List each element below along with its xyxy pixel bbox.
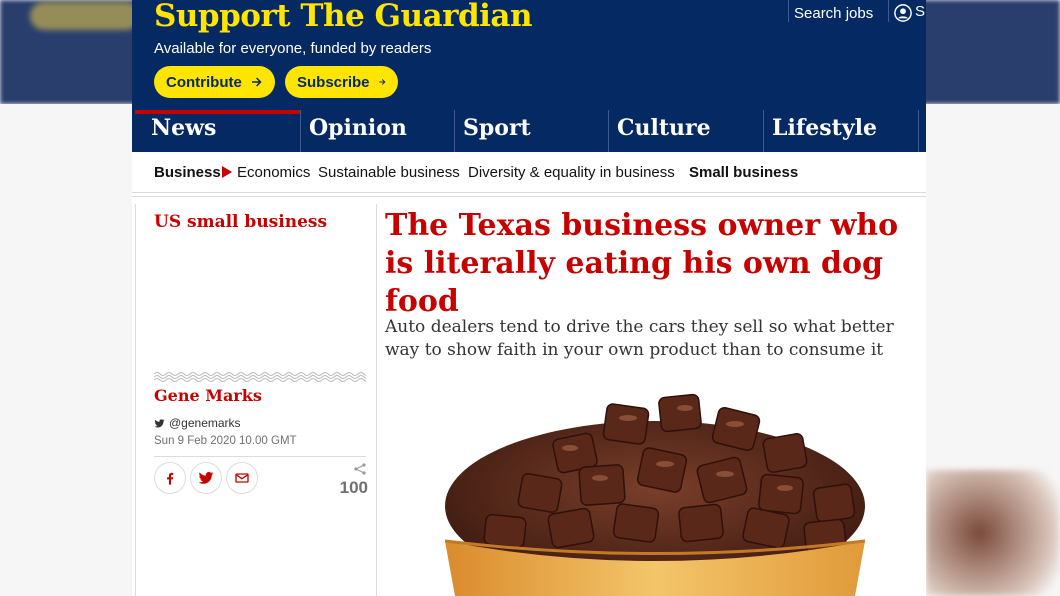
twitter-handle-link[interactable]: @genemarks: [154, 416, 241, 430]
pillar-lifestyle[interactable]: Lifestyle: [763, 110, 918, 152]
hero-image: [385, 366, 926, 596]
subnav-economics[interactable]: Economics: [237, 164, 310, 181]
pillar-news[interactable]: News: [135, 110, 300, 152]
divider: [132, 196, 926, 197]
email-icon: [235, 473, 249, 483]
pillar-nav: News Opinion Sport Culture Lifestyle: [132, 110, 926, 152]
divider: [135, 204, 136, 596]
signin-link[interactable]: S: [915, 3, 925, 20]
facebook-icon: [167, 472, 174, 485]
subnav-business[interactable]: Business: [154, 164, 221, 181]
subnav-small-business[interactable]: Small business: [689, 164, 798, 181]
divider: [788, 0, 789, 22]
section-subnav: Business Economics Sustainable business …: [132, 152, 926, 193]
twitter-icon: [154, 418, 165, 427]
article-standfirst: Auto dealers tend to drive the cars they…: [385, 317, 894, 360]
pillar-label: Lifestyle: [772, 115, 877, 141]
user-icon[interactable]: [894, 4, 912, 22]
search-jobs-link[interactable]: Search jobs: [794, 2, 873, 24]
active-indicator: [135, 110, 300, 114]
series-label[interactable]: US small business: [154, 212, 327, 232]
subnav-diversity[interactable]: Diversity & equality in business: [468, 164, 675, 181]
share-facebook-button[interactable]: [154, 462, 186, 494]
pillar-label: News: [151, 115, 217, 141]
divider: [154, 456, 366, 457]
publish-date: Sun 9 Feb 2020 10.00 GMT: [154, 435, 297, 447]
contribute-button[interactable]: Contribute: [154, 66, 275, 98]
pillar-sport[interactable]: Sport: [454, 110, 609, 152]
subscribe-button[interactable]: Subscribe: [285, 66, 398, 98]
share-count: 100: [339, 478, 368, 497]
divider: [376, 204, 377, 596]
background-left: [0, 104, 132, 596]
background-pill-blur: [30, 2, 140, 30]
share-icon: [354, 463, 366, 475]
support-title: Support The Guardian: [154, 0, 533, 34]
arrow-right-icon: [251, 77, 262, 87]
guardian-page: Support The Guardian Available for every…: [132, 0, 926, 596]
twitter-icon: [198, 472, 214, 484]
share-email-button[interactable]: [226, 462, 258, 494]
pillar-culture[interactable]: Culture: [608, 110, 763, 152]
triangle-right-icon: [222, 166, 232, 178]
twitter-handle: @genemarks: [169, 416, 241, 430]
pillar-label: Culture: [617, 115, 711, 141]
arrow-right-icon: [378, 79, 385, 85]
divider: [888, 0, 889, 22]
support-subtitle: Available for everyone, funded by reader…: [154, 40, 432, 57]
author-link[interactable]: Gene Marks: [154, 386, 262, 405]
subnav-sustainable-business[interactable]: Sustainable business: [318, 164, 460, 181]
article-headline: The Texas business owner who is literall…: [385, 208, 899, 319]
wavy-divider: [154, 372, 366, 382]
pillar-opinion[interactable]: Opinion: [300, 110, 455, 152]
share-twitter-button[interactable]: [190, 462, 222, 494]
background-image-blur: [926, 470, 1060, 596]
divider: [918, 110, 926, 152]
pillar-label: Opinion: [309, 115, 407, 141]
masthead: Support The Guardian Available for every…: [132, 0, 926, 152]
contribute-label: Contribute: [166, 73, 242, 91]
pillar-label: Sport: [463, 115, 531, 141]
subscribe-label: Subscribe: [297, 73, 370, 91]
